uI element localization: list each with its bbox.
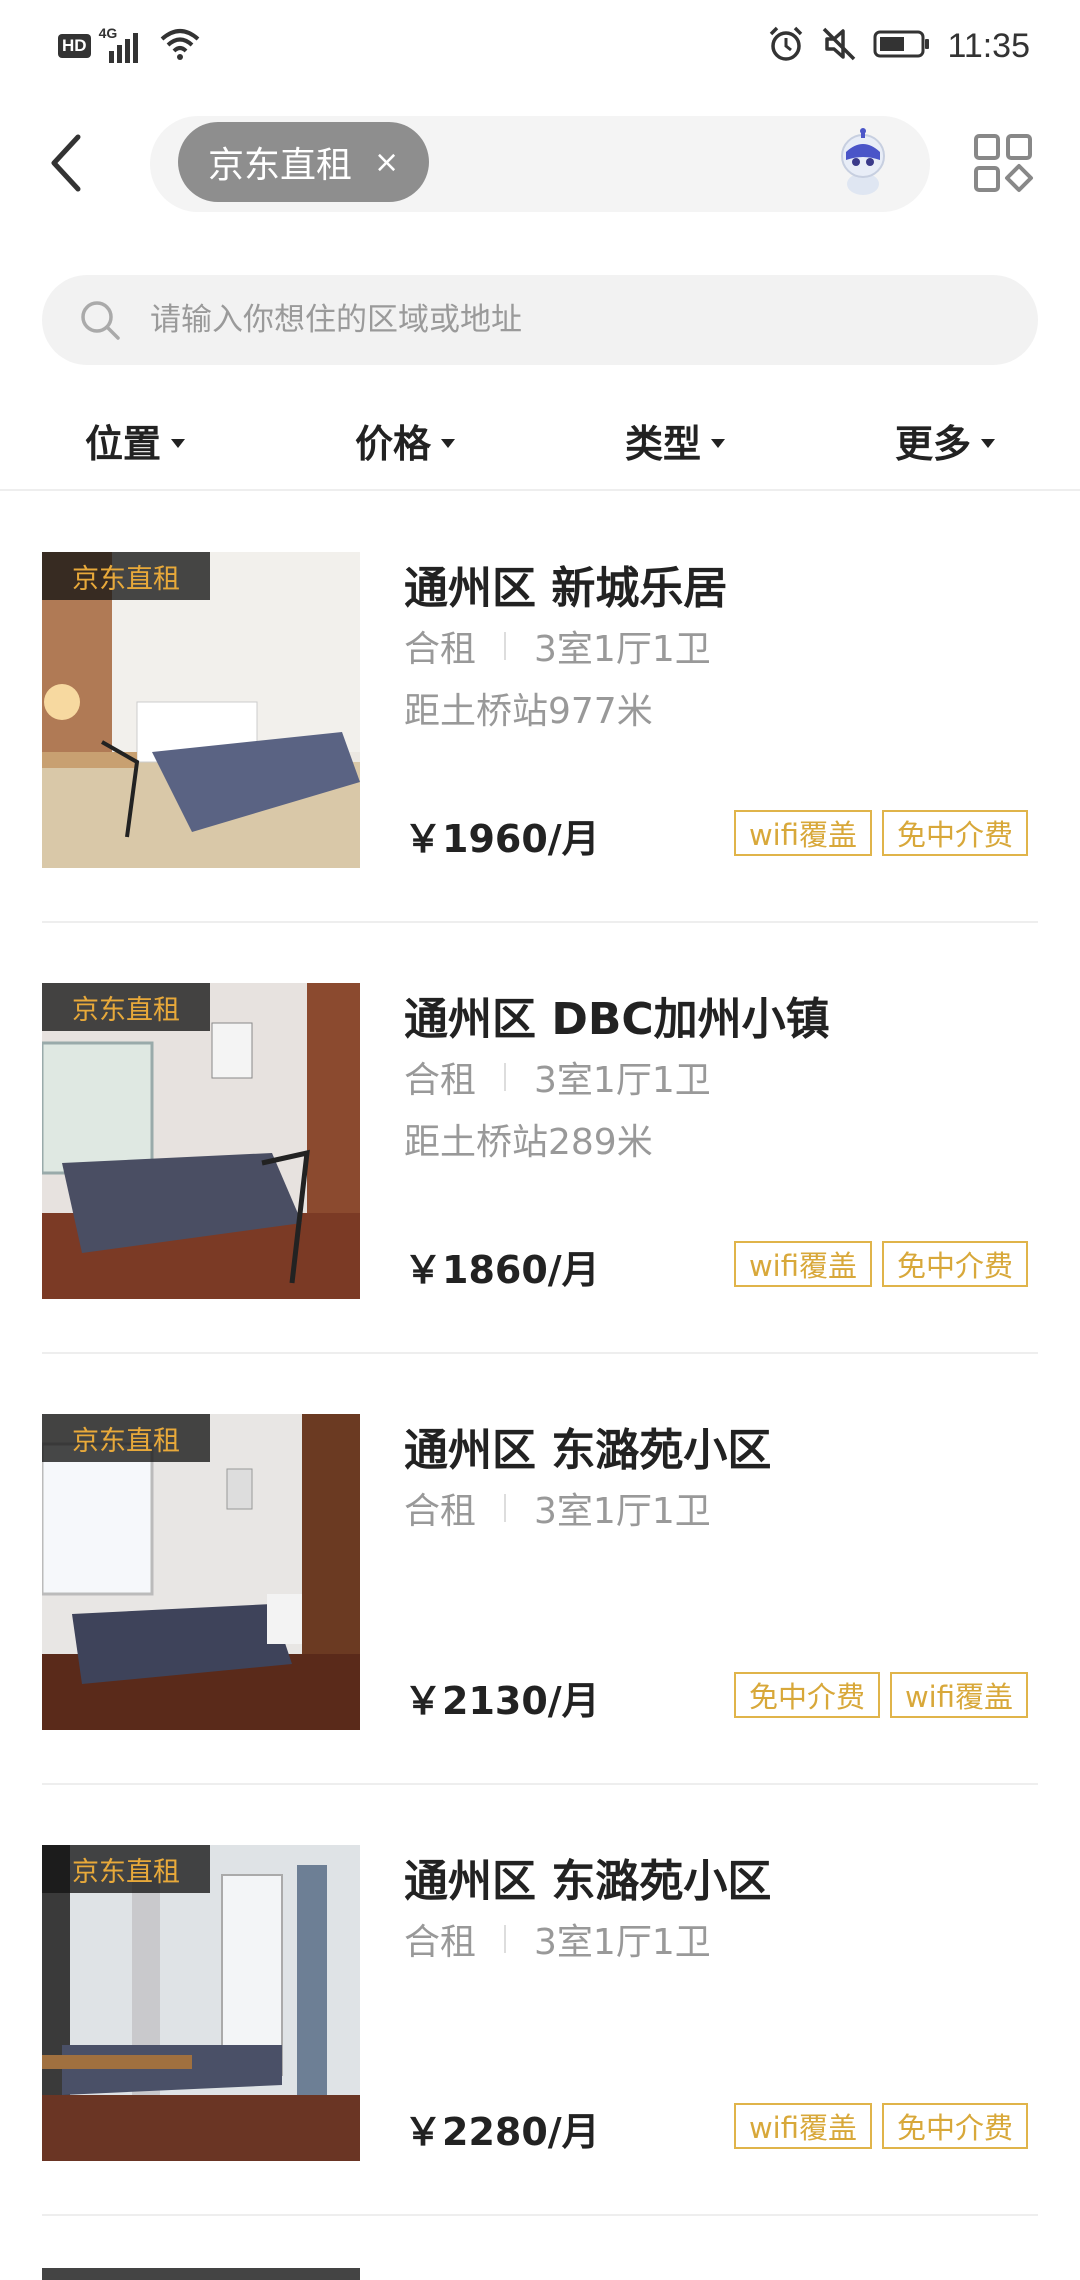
listing-price: ￥1860/月 [404,1248,600,1292]
listing-tags: wifi覆盖 免中介费 [733,2103,1028,2149]
filter-more[interactable]: 更多 [810,390,1080,490]
listing-photo: 京东直租 [42,1414,360,1730]
listing-price: ￥1960/月 [404,817,600,861]
close-icon[interactable]: × [374,145,399,180]
back-button[interactable] [36,128,96,198]
room-layout: 3室1厅1卫 [534,1060,711,1101]
listing-badge: 京东直租 [42,1414,210,1462]
feature-tag: 免中介费 [881,810,1028,856]
next-listing-photo [42,2268,360,2280]
listing-meta: 合租 3室1厅1卫 [404,1913,711,1965]
separator [504,1494,507,1522]
alarm-icon [767,25,805,67]
listing-title: 通州区 东潞苑小区 [404,1425,772,1476]
wifi-icon [159,27,201,65]
feature-tag: 免中介费 [881,1241,1028,1287]
listing-card[interactable]: 京东直租 通州区 DBC加州小镇 合租 3室1厅1卫 距土桥站289米 ￥186… [0,923,1080,1354]
search-input[interactable] [150,302,950,338]
feature-tag: wifi覆盖 [733,1241,872,1287]
divider [42,2214,1038,2216]
listing-meta: 合租 3室1厅1卫 [404,1051,711,1103]
battery-icon [873,29,931,63]
listing-card[interactable]: 京东直租 通州区 东潞苑小区 合租 3室1厅1卫 ￥2280/月 wifi覆盖 … [0,1785,1080,2216]
status-bar: HD 4G 11:35 [0,0,1080,92]
filter-price[interactable]: 价格 [270,390,540,490]
feature-tag: wifi覆盖 [733,810,872,856]
search-icon [81,301,120,340]
caret-down-icon [441,438,455,448]
feature-tag: wifi覆盖 [733,2103,872,2149]
filter-label: 更多 [894,421,971,466]
listing-title: 通州区 新城乐居 [404,563,728,614]
listing-badge: 京东直租 [42,1845,210,1893]
filter-chip-label: 京东直租 [208,145,353,186]
listing-list: 京东直租 通州区 新城乐居 合租 3室1厅1卫 距土桥站977米 ￥1960/月… [0,492,1080,2216]
room-layout: 3室1厅1卫 [534,1491,711,1532]
listing-tags: 免中介费 wifi覆盖 [733,1672,1028,1718]
listing-tags: wifi覆盖 免中介费 [733,1241,1028,1287]
filter-location[interactable]: 位置 [0,390,270,490]
caret-down-icon [711,438,725,448]
listing-photo: 京东直租 [42,1845,360,2161]
listing-distance: 距土桥站977米 [404,691,653,732]
listing-photo: 京东直租 [42,983,360,1299]
caret-down-icon [171,438,185,448]
feature-tag: 免中介费 [733,1672,880,1718]
rent-type: 合租 [404,1060,477,1101]
robot-assistant-icon[interactable] [832,128,894,198]
feature-tag: 免中介费 [881,2103,1028,2149]
hd-badge: HD [58,34,91,58]
listing-title: 通州区 东潞苑小区 [404,1856,772,1907]
listing-price: ￥2280/月 [404,2110,600,2154]
listing-price: ￥2130/月 [404,1679,600,1723]
grid-icon[interactable] [972,132,1036,196]
separator [504,632,507,660]
separator [504,1063,507,1091]
separator [504,1925,507,1953]
listing-distance: 距土桥站289米 [404,1122,653,1163]
listing-card[interactable]: 京东直租 通州区 新城乐居 合租 3室1厅1卫 距土桥站977米 ￥1960/月… [0,492,1080,923]
header: 京东直租 × [0,100,1080,230]
rent-type: 合租 [404,1491,477,1532]
divider [0,489,1080,491]
listing-title: 通州区 DBC加州小镇 [404,994,830,1045]
listing-photo: 京东直租 [42,552,360,868]
filter-bar: 位置 价格 类型 更多 [0,390,1080,490]
filter-chip[interactable]: 京东直租 × [178,122,430,202]
rent-type: 合租 [404,1922,477,1963]
listing-meta: 合租 3室1厅1卫 [404,1482,711,1534]
clock: 11:35 [947,26,1030,65]
listing-badge: 京东直租 [42,983,210,1031]
caret-down-icon [981,438,995,448]
chevron-left-icon [51,134,81,192]
filter-label: 价格 [354,421,431,466]
listing-tags: wifi覆盖 免中介费 [733,810,1028,856]
listing-card[interactable]: 京东直租 通州区 东潞苑小区 合租 3室1厅1卫 ￥2130/月 免中介费 wi… [0,1354,1080,1785]
listing-meta: 合租 3室1厅1卫 [404,620,711,672]
listing-badge: 京东直租 [42,552,210,600]
room-layout: 3室1厅1卫 [534,629,711,670]
filter-type[interactable]: 类型 [540,390,810,490]
rent-type: 合租 [404,629,477,670]
mute-icon [821,25,857,67]
feature-tag: wifi覆盖 [889,1672,1028,1718]
filter-label: 类型 [624,421,701,466]
address-search[interactable] [42,275,1038,365]
filter-label: 位置 [84,421,161,466]
room-layout: 3室1厅1卫 [534,1922,711,1963]
signal-icon: 4G [99,25,151,63]
